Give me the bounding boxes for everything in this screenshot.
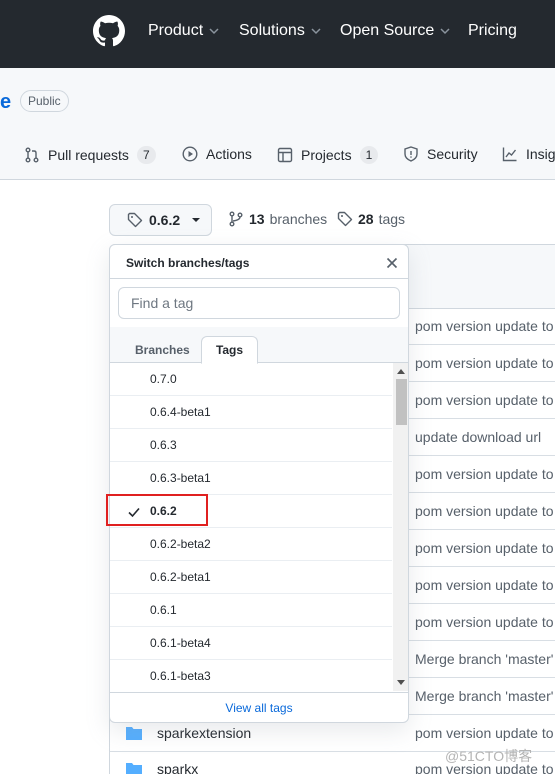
repo-tabs: Pull requests 7 Actions Projects 1 Secur… xyxy=(0,128,555,180)
top-navbar: Product Solutions Open Source Pricing xyxy=(0,0,555,68)
commit-message[interactable]: update download url xyxy=(415,429,541,445)
chevron-down-icon xyxy=(209,28,219,35)
find-tag-input[interactable] xyxy=(118,287,400,319)
projects-counter: 1 xyxy=(359,146,379,164)
graph-icon xyxy=(502,147,517,162)
tab-tags[interactable]: Tags xyxy=(201,336,258,364)
tab-security-label: Security xyxy=(427,146,478,162)
branches-label: branches xyxy=(269,211,328,227)
shield-icon xyxy=(404,146,418,162)
tab-projects-label: Projects xyxy=(301,147,352,163)
list-item[interactable]: sparkx xyxy=(125,761,198,774)
dropdown-tabs: Branches Tags xyxy=(110,327,408,364)
tab-insights[interactable]: Insig xyxy=(502,146,555,162)
tag-item[interactable]: 0.6.1-beta3 xyxy=(110,660,392,691)
folder-icon xyxy=(126,727,142,740)
highlight-annotation xyxy=(106,494,208,526)
visibility-badge: Public xyxy=(20,90,69,112)
tag-item[interactable]: 0.7.0 xyxy=(110,363,392,396)
tags-link[interactable]: 28 tags xyxy=(337,211,405,227)
tags-label: tags xyxy=(378,211,406,227)
chevron-down-icon xyxy=(440,28,450,35)
tag-item[interactable]: 0.6.1 xyxy=(110,594,392,627)
commit-message[interactable]: pom version update to xyxy=(415,355,554,371)
commit-message[interactable]: pom version update to xyxy=(415,318,554,334)
commit-message[interactable]: pom version update to xyxy=(415,392,554,408)
folder-name: sparkextension xyxy=(157,725,252,741)
branches-count: 13 xyxy=(249,211,265,227)
scrollbar-thumb[interactable] xyxy=(396,379,407,425)
branch-tag-dropdown: Switch branches/tags Branches Tags 0.7.0… xyxy=(109,244,409,723)
nav-open-source[interactable]: Open Source xyxy=(340,22,450,40)
current-ref: 0.6.2 xyxy=(149,212,181,228)
tab-actions-label: Actions xyxy=(206,146,252,162)
scroll-up-icon[interactable] xyxy=(397,369,405,374)
commit-message[interactable]: pom version update to xyxy=(415,503,554,519)
tag-icon xyxy=(337,211,353,227)
tag-item[interactable]: 0.6.1-beta4 xyxy=(110,627,392,660)
nav-product-label: Product xyxy=(148,22,204,39)
commit-message[interactable]: pom version update to xyxy=(415,577,554,593)
tab-pull-requests-label: Pull requests xyxy=(48,147,129,163)
pull-requests-counter: 7 xyxy=(136,146,156,164)
tag-icon xyxy=(127,212,143,228)
tab-pull-requests[interactable]: Pull requests 7 xyxy=(24,146,156,164)
branch-icon xyxy=(229,211,243,227)
nav-pricing[interactable]: Pricing xyxy=(468,22,517,40)
tag-list: 0.7.0 0.6.4-beta1 0.6.3 0.6.3-beta1 0.6.… xyxy=(110,363,392,691)
tab-security[interactable]: Security xyxy=(403,146,478,162)
nav-solutions-label: Solutions xyxy=(239,22,305,39)
folder-icon xyxy=(126,763,142,774)
tag-item[interactable]: 0.6.2-beta1 xyxy=(110,561,392,594)
commit-message[interactable]: Merge branch 'master' xyxy=(415,651,553,667)
caret-down-icon xyxy=(192,218,201,222)
divider xyxy=(110,278,408,279)
branch-selector-button[interactable]: 0.6.2 xyxy=(109,204,212,236)
tab-branches[interactable]: Branches xyxy=(135,343,190,357)
view-all-tags-link[interactable]: View all tags xyxy=(110,692,408,722)
commit-message[interactable]: pom version update to xyxy=(415,725,554,741)
commit-message[interactable]: Merge branch 'master' xyxy=(415,688,553,704)
tab-insights-label: Insig xyxy=(526,146,555,162)
commit-message[interactable]: pom version update to xyxy=(415,466,554,482)
tags-count: 28 xyxy=(358,211,374,227)
close-icon[interactable] xyxy=(384,255,400,271)
nav-solutions[interactable]: Solutions xyxy=(239,22,321,40)
dropdown-title: Switch branches/tags xyxy=(126,256,250,270)
folder-name: sparkx xyxy=(157,761,199,774)
repo-title-row: e Public xyxy=(0,68,555,128)
tab-actions[interactable]: Actions xyxy=(182,146,252,162)
repo-name[interactable]: e xyxy=(0,91,11,114)
github-logo-icon[interactable] xyxy=(93,15,125,47)
tag-item[interactable]: 0.6.3-beta1 xyxy=(110,462,392,495)
nav-pricing-label: Pricing xyxy=(468,22,517,39)
table-icon xyxy=(277,147,293,163)
play-circle-icon xyxy=(182,146,198,162)
tag-list-scrollbar[interactable] xyxy=(393,363,408,691)
nav-open-source-label: Open Source xyxy=(340,22,435,39)
scroll-down-icon[interactable] xyxy=(397,680,405,685)
list-item[interactable]: sparkextension xyxy=(125,725,251,741)
tag-item[interactable]: 0.6.4-beta1 xyxy=(110,396,392,429)
nav-product[interactable]: Product xyxy=(148,22,219,40)
watermark: @51CTO博客 xyxy=(445,748,533,764)
chevron-down-icon xyxy=(311,28,321,35)
tab-projects[interactable]: Projects 1 xyxy=(277,146,379,164)
commit-message[interactable]: pom version update to xyxy=(415,540,554,556)
branches-link[interactable]: 13 branches xyxy=(228,211,327,227)
commit-message[interactable]: pom version update to xyxy=(415,614,554,630)
tag-item[interactable]: 0.6.3 xyxy=(110,429,392,462)
tag-item[interactable]: 0.6.2-beta2 xyxy=(110,528,392,561)
pull-request-icon xyxy=(25,147,39,163)
